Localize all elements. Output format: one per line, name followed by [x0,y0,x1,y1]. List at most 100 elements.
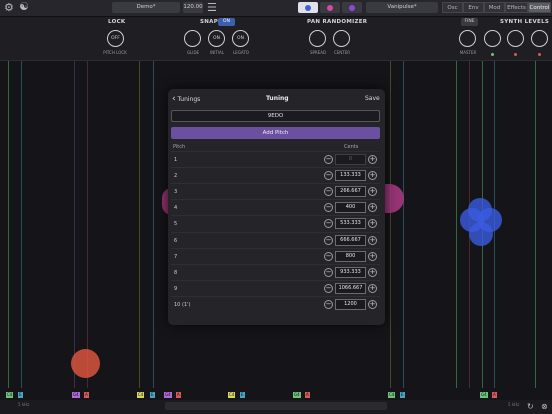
fine-toggle[interactable]: FINE [461,18,478,26]
cents-field[interactable]: 1066.667 [335,282,366,294]
cents-field[interactable]: 266.667 [335,186,366,198]
cents-field[interactable]: 666.667 [335,234,366,246]
pitch-line [153,61,154,388]
pitch-number: 8 [174,269,178,276]
increment-button[interactable]: + [368,299,377,309]
pitch-line [74,61,75,388]
save-button[interactable]: Save [365,95,380,102]
center-label: CENTER [333,50,351,55]
pitch-line [8,61,9,388]
pitch-number: 10 (1') [174,301,191,308]
synth-level-indicator-3 [538,53,541,56]
tab-env[interactable]: Env [463,2,484,13]
increment-button[interactable]: + [368,283,377,293]
close-icon[interactable]: ⊗ [541,401,548,413]
decrement-button[interactable]: − [324,219,333,229]
synth-level-knob-2[interactable] [507,30,524,47]
legato-button[interactable]: ON [232,30,249,47]
pitch-number: 7 [174,253,178,260]
blue-dot-icon [305,5,311,11]
note-label: C4 [6,392,14,398]
note-label: C4 [388,392,396,398]
back-button[interactable]: ‹ Tunings [172,94,200,104]
decrement-button[interactable]: − [324,267,333,277]
bottom-left-label: 5 kHz [18,402,30,407]
touch-circle-red[interactable] [71,349,100,378]
cents-field[interactable]: 800 [335,250,366,262]
preset-selector[interactable]: Demo* [112,2,180,13]
pitch-number: 5 [174,221,178,228]
color-selector-blue[interactable] [298,2,318,13]
touch-circle-blue[interactable] [469,222,493,246]
tuning-name-field[interactable]: 9EDO [171,110,380,122]
synth-level-indicator-1 [491,53,494,56]
panel-title: Tuning [266,95,289,102]
logo-icon[interactable]: ☯ [19,1,29,13]
tab-control[interactable]: Control [528,2,551,13]
decrement-button[interactable]: − [324,283,333,293]
lock-title: LOCK [108,19,126,25]
pitch-number: 2 [174,173,178,180]
top-bar: ⚙ ☯ Demo* 120.00 ☰ Vanipulse* Osc Env Mo… [0,0,552,17]
note-label: E [150,392,155,398]
tuning-row: 8 −933.333 + [171,263,380,281]
increment-button[interactable]: + [368,155,377,164]
cents-field[interactable]: 533.333 [335,218,366,230]
cents-field[interactable]: 1200 [335,298,366,310]
tempo-display[interactable]: 120.00 [183,2,203,13]
master-knob[interactable] [459,30,476,47]
add-pitch-button[interactable]: Add Pitch [171,127,380,139]
decrement-button[interactable]: − [324,187,333,197]
tuning-row: 6 −666.667 + [171,231,380,249]
note-label: G4 [164,392,172,398]
color-selector-pink[interactable] [320,2,340,13]
synth-level-indicator-2 [514,53,517,56]
increment-button[interactable]: + [368,251,377,261]
bottom-right-label: 5 kHz [508,402,520,407]
pitch-line [390,61,391,388]
decrement-button[interactable]: − [324,155,333,164]
color-selector-purple[interactable] [342,2,362,13]
cents-field[interactable]: 400 [335,202,366,214]
synth-level-knob-3[interactable] [531,30,548,47]
decrement-button[interactable]: − [324,251,333,261]
increment-button[interactable]: + [368,203,377,213]
pitch-line [535,61,536,388]
decrement-button[interactable]: − [324,203,333,213]
pitch-number: 3 [174,189,178,196]
increment-button[interactable]: + [368,171,377,181]
note-label: G4 [293,392,301,398]
menu-icon[interactable]: ☰ [207,2,217,14]
pitch-lock-label: PITCH LOCK [103,50,127,55]
increment-button[interactable]: + [368,235,377,245]
bottom-scrollbar[interactable] [165,402,387,410]
tab-mod[interactable]: Mod [484,2,505,13]
cents-field[interactable]: 933.333 [335,266,366,278]
snap-toggle[interactable]: ON [218,18,235,26]
decrement-button[interactable]: − [324,235,333,245]
increment-button[interactable]: + [368,187,377,197]
increment-button[interactable]: + [368,267,377,277]
tab-effects[interactable]: Effects [505,2,528,13]
cents-field[interactable]: 133.333 [335,170,366,182]
settings-icon[interactable]: ⚙ [4,2,14,14]
tab-osc[interactable]: Osc [442,2,463,13]
pitch-lock-button[interactable]: OFF [107,30,124,47]
decrement-button[interactable]: − [324,299,333,309]
initial-button[interactable]: ON [208,30,225,47]
note-label: E [400,392,405,398]
center-knob[interactable] [333,30,350,47]
synth-level-knob-1[interactable] [484,30,501,47]
cents-field[interactable]: 0 [335,154,366,165]
spread-knob[interactable] [309,30,326,47]
pitch-line [456,61,457,388]
decrement-button[interactable]: − [324,171,333,181]
note-label: A [305,392,310,398]
increment-button[interactable]: + [368,219,377,229]
pitch-line [87,61,88,388]
pitch-line [139,61,140,388]
refresh-icon[interactable]: ↻ [527,401,534,413]
synth-levels-title: SYNTH LEVELS [500,19,550,25]
patch-selector[interactable]: Vanipulse* [366,2,438,13]
glide-knob[interactable] [184,30,201,47]
